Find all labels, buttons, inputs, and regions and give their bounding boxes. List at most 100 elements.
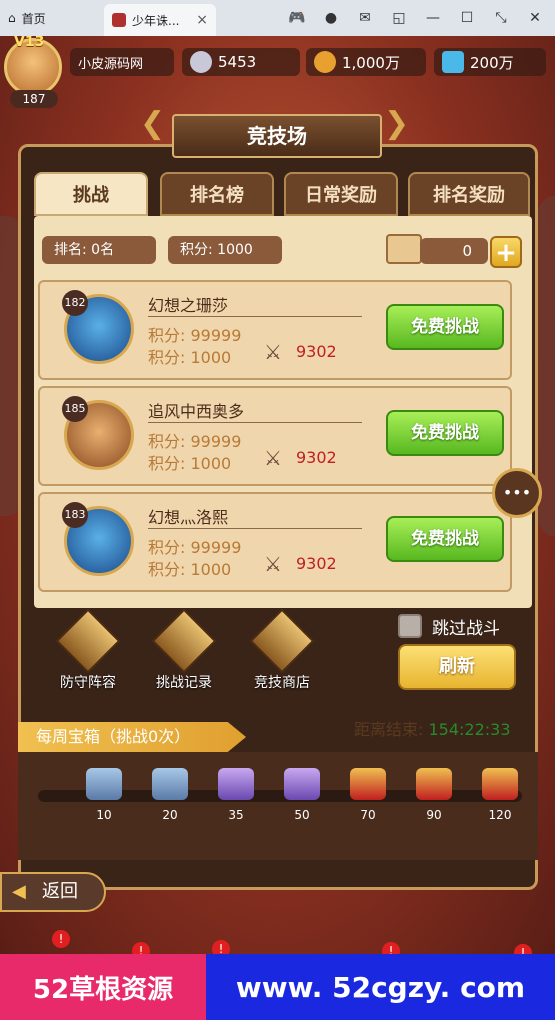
crossed-swords-icon: ⚔	[264, 340, 282, 364]
browser-controls: 🎮 ● ✉ ◱ — ☐ ⤡ ✕	[288, 10, 555, 26]
minimize-icon[interactable]: —	[425, 10, 441, 26]
scales-icon	[249, 608, 315, 674]
points-display: 积分: 1000	[168, 236, 282, 264]
crossed-swords-icon: ⚔	[264, 446, 282, 470]
free-challenge-button[interactable]: 免费挑战	[386, 410, 504, 456]
browser-bar: ⌂ 首页 少年诛... × 🎮 ● ✉ ◱ — ☐ ⤡ ✕	[0, 0, 555, 36]
vip-badge: V13	[14, 36, 45, 50]
opponent-row: 182 幻想之珊莎 积分: 99999 积分: 1000 ⚔ 9302 免费挑战	[38, 280, 512, 380]
chest-icon[interactable]	[416, 768, 452, 800]
opponent-power: 9302	[296, 554, 337, 573]
free-challenge-button[interactable]: 免费挑战	[386, 516, 504, 562]
close-window-icon[interactable]: ✕	[527, 10, 543, 26]
chest-milestone: 120	[488, 808, 512, 822]
opponent-row: 185 追风中西奥多 积分: 99999 积分: 1000 ⚔ 9302 免费挑…	[38, 386, 512, 486]
game-favicon-icon	[112, 13, 126, 27]
player-name-box: 小皮源码网	[70, 48, 174, 76]
add-tickets-button[interactable]: +	[490, 236, 522, 268]
countdown-label: 距离结束:	[354, 720, 429, 739]
player-level: 187	[10, 90, 58, 108]
watermark-banner: 52草根资源 www. 52cgzy. com	[0, 954, 555, 1020]
opponent-level: 183	[62, 502, 88, 528]
opponent-level: 182	[62, 290, 88, 316]
rank-display: 排名: 0名	[42, 236, 156, 264]
weekly-chest-header: 每周宝箱（挑战0次）	[18, 722, 246, 752]
gamepad-icon[interactable]: 🎮	[288, 10, 305, 26]
pin-icon[interactable]: ◱	[391, 10, 407, 26]
diamond-value: 200万	[470, 53, 514, 72]
countdown-time: 154:22:33	[428, 720, 511, 739]
chest-milestone: 70	[360, 808, 376, 822]
tab-daily-rewards[interactable]: 日常奖励	[284, 172, 398, 216]
challenge-records-button[interactable]: 挑战记录	[144, 608, 224, 691]
tab-rank-rewards[interactable]: 排名奖励	[408, 172, 530, 216]
crossed-swords-icon: ⚔	[264, 552, 282, 576]
bottom-dock: ! ! ! ! !	[0, 930, 555, 954]
divider	[148, 422, 362, 423]
arena-shop-label: 竞技商店	[254, 675, 310, 691]
maximize-icon[interactable]: ☐	[459, 10, 475, 26]
mail-icon[interactable]: ✉	[357, 10, 373, 26]
opponent-power: 9302	[296, 342, 337, 361]
defense-lineup-label: 防守阵容	[60, 675, 116, 691]
divider	[148, 316, 362, 317]
skip-battle-checkbox[interactable]	[398, 614, 422, 638]
attack-resource: 5453	[182, 48, 300, 76]
back-button[interactable]: ◀ 返回	[0, 872, 106, 912]
game-viewport: V13 187 小皮源码网 5453 1,000万 200万 ❮ ❯ 竞技场 挑…	[0, 36, 555, 954]
banner-right: www. 52cgzy. com	[206, 954, 555, 1020]
notification-dot-icon: !	[212, 940, 230, 954]
chat-bubble-icon[interactable]: •••	[492, 468, 542, 518]
opponent-level: 185	[62, 396, 88, 422]
chest-icon[interactable]	[284, 768, 320, 800]
back-arrow-icon: ◀	[12, 881, 26, 902]
player-name: 小皮源码网	[78, 56, 144, 72]
opponent-score-2: 积分: 1000	[148, 560, 232, 579]
opponent-score: 积分: 99999	[148, 432, 242, 451]
opponent-row: 183 幻想灬洛熙 积分: 99999 积分: 1000 ⚔ 9302 免费挑战	[38, 492, 512, 592]
chest-icon[interactable]	[152, 768, 188, 800]
user-icon[interactable]: ●	[323, 10, 339, 26]
challenge-records-label: 挑战记录	[156, 675, 212, 691]
opponent-power: 9302	[296, 448, 337, 467]
gold-coin-icon	[314, 51, 336, 73]
opponent-score-2: 积分: 1000	[148, 348, 232, 367]
chest-milestone: 20	[162, 808, 178, 822]
divider	[148, 528, 362, 529]
attack-value: 5453	[218, 53, 257, 71]
scroll-quill-icon	[151, 608, 217, 674]
chest-icon[interactable]	[218, 768, 254, 800]
opponent-name: 幻想之珊莎	[148, 296, 229, 315]
tab-challenge[interactable]: 挑战	[34, 172, 148, 216]
tab-rankings[interactable]: 排名榜	[160, 172, 274, 216]
skip-battle-label: 跳过战斗	[432, 619, 500, 639]
refresh-button[interactable]: 刷新	[398, 644, 516, 690]
chest-icon[interactable]	[350, 768, 386, 800]
free-challenge-button[interactable]: 免费挑战	[386, 304, 504, 350]
defense-lineup-button[interactable]: 防守阵容	[48, 608, 128, 691]
browser-home-tab[interactable]: ⌂ 首页	[0, 0, 104, 36]
collapse-icon[interactable]: ⤡	[493, 10, 509, 26]
opponent-score: 积分: 99999	[148, 538, 242, 557]
countdown: 距离结束: 154:22:33	[354, 716, 511, 740]
opponent-name: 幻想灬洛熙	[148, 508, 229, 527]
chest-icon[interactable]	[86, 768, 122, 800]
diamond-resource: 200万	[434, 48, 546, 76]
trophy-icon	[55, 608, 121, 674]
notification-dot-icon: !	[132, 942, 150, 954]
challenge-ticket-icon	[386, 234, 422, 264]
arena-shop-button[interactable]: 竞技商店	[242, 608, 322, 691]
tab-close-icon[interactable]: ×	[196, 12, 208, 28]
chest-icon[interactable]	[482, 768, 518, 800]
browser-game-tab[interactable]: 少年诛... ×	[104, 4, 216, 36]
opponent-score-2: 积分: 1000	[148, 454, 232, 473]
crossed-swords-icon	[190, 51, 212, 73]
page-title: 竞技场	[172, 114, 382, 158]
browser-tab-label: 少年诛...	[132, 13, 180, 28]
opponent-name: 追风中西奥多	[148, 402, 245, 421]
notification-dot-icon: !	[382, 942, 400, 954]
back-label: 返回	[42, 881, 78, 902]
diamond-icon	[442, 51, 464, 73]
chest-milestone: 35	[228, 808, 244, 822]
gold-value: 1,000万	[342, 53, 400, 72]
